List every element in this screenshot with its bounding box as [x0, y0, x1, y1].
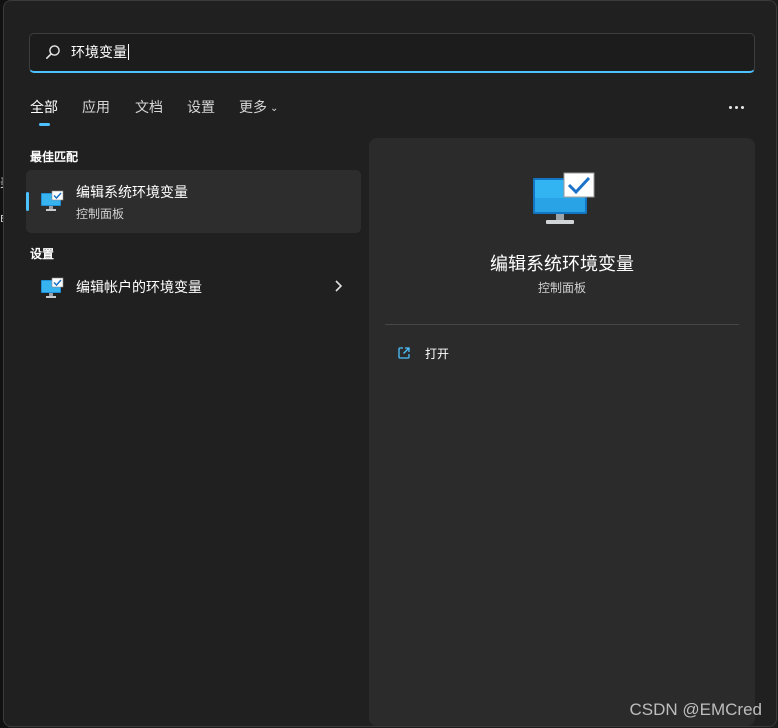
selection-indicator [26, 192, 29, 211]
search-query-text[interactable]: 环境变量 [71, 43, 129, 63]
best-match-title: 编辑系统环境变量 [76, 185, 188, 201]
chevron-down-icon: ⌄ [270, 103, 279, 114]
settings-result-item[interactable]: 编辑帐户的环境变量 [26, 267, 361, 307]
tab-all[interactable]: 全部 [30, 97, 58, 117]
divider [385, 324, 739, 325]
watermark: CSDN @EMCred [629, 700, 763, 719]
text-caret [128, 44, 129, 60]
more-options-icon[interactable] [724, 97, 748, 117]
system-properties-icon [41, 190, 64, 211]
best-match-subtitle: 控制面板 [76, 207, 125, 221]
start-search-panel: 环境变量 全部 应用 文档 设置 更多 ⌄ 最佳匹配 编辑系统环境变量 控制面板 … [3, 0, 777, 727]
search-input[interactable]: 环境变量 [29, 33, 755, 73]
search-icon [46, 45, 60, 59]
external-link-icon [398, 347, 410, 359]
tab-settings[interactable]: 设置 [187, 97, 215, 117]
preview-pane: 编辑系统环境变量 控制面板 打开 [369, 138, 755, 726]
tab-more[interactable]: 更多 ⌄ [239, 97, 278, 117]
open-button[interactable]: 打开 [389, 340, 589, 368]
open-label: 打开 [425, 347, 450, 361]
preview-subtitle: 控制面板 [537, 281, 586, 295]
active-tab-indicator [39, 123, 50, 126]
preview-title: 编辑系统环境变量 [490, 254, 634, 275]
system-properties-icon [41, 277, 64, 298]
settings-item-title: 编辑帐户的环境变量 [76, 280, 202, 296]
tab-documents[interactable]: 文档 [135, 97, 163, 117]
tab-apps[interactable]: 应用 [82, 97, 110, 117]
system-properties-icon [533, 172, 595, 224]
chevron-right-icon[interactable] [333, 279, 343, 293]
settings-heading: 设置 [30, 247, 55, 261]
best-match-heading: 最佳匹配 [30, 150, 79, 164]
best-match-item[interactable]: 编辑系统环境变量 控制面板 [26, 170, 361, 233]
